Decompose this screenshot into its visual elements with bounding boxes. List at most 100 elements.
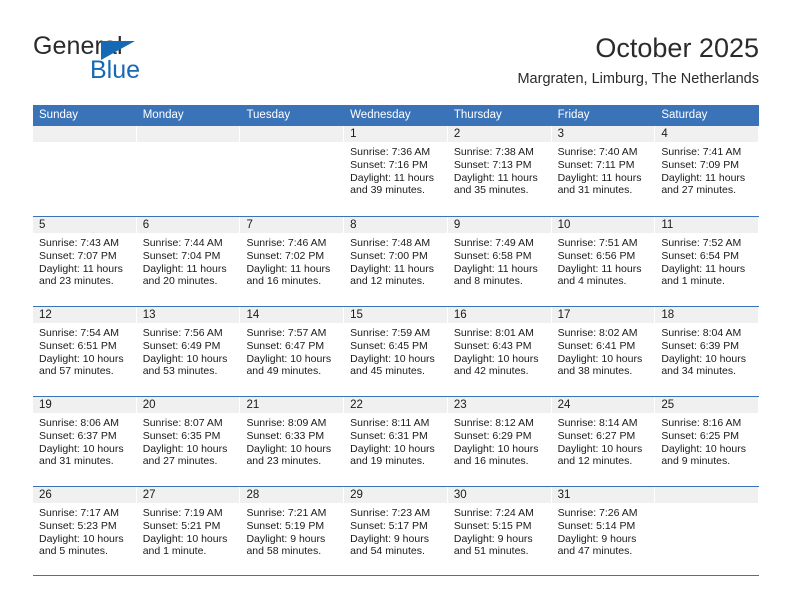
day-cell[interactable]: 3 Sunrise: 7:40 AM Sunset: 7:11 PM Daylight… <box>551 126 656 216</box>
sunrise-text: Sunrise: 7:54 AM <box>39 327 119 339</box>
sunrise-text: Sunrise: 7:48 AM <box>350 237 431 249</box>
daylight-text-line1: Daylight: 11 hours <box>350 262 435 275</box>
sunrise-text: Sunrise: 7:51 AM <box>557 237 638 249</box>
day-cell[interactable]: 14 Sunrise: 7:57 AM Sunset: 6:47 PM Dayligh… <box>240 307 345 396</box>
sunset-text: Sunset: 6:49 PM <box>142 339 221 352</box>
sunrise-text: Sunrise: 7:23 AM <box>350 507 431 519</box>
day-cell[interactable]: 17 Sunrise: 8:02 AM Sunset: 6:41 PM Dayligh… <box>551 307 656 396</box>
sunset-text: Sunset: 7:16 PM <box>350 158 428 171</box>
daylight-text-line1: Daylight: 11 hours <box>453 171 538 184</box>
logo-text-blue: Blue <box>90 56 141 84</box>
day-cell[interactable]: 22 Sunrise: 8:11 AM Sunset: 6:31 PM Dayligh… <box>344 397 448 486</box>
day-details: Sunrise: 7:57 AM Sunset: 6:47 PM Daylight:… <box>240 323 344 378</box>
daylight-text-line1: Daylight: 9 hours <box>246 532 326 545</box>
day-cell[interactable]: 10 Sunrise: 7:51 AM Sunset: 6:56 PM Dayligh… <box>551 217 656 306</box>
sunrise-text: Sunrise: 8:04 AM <box>661 327 742 339</box>
sunrise-text: Sunrise: 7:52 AM <box>661 237 742 249</box>
weekday-tuesday: Tuesday <box>246 109 291 121</box>
daylight-text-line1: Daylight: 10 hours <box>661 442 746 455</box>
day-cell[interactable]: 9 Sunrise: 7:49 AM Sunset: 6:58 PM Daylight… <box>447 217 552 306</box>
daylight-text-line2: and 5 minutes. <box>39 545 108 558</box>
day-cell[interactable]: 8 Sunrise: 7:48 AM Sunset: 7:00 PM Daylight… <box>344 217 448 306</box>
day-details: Sunrise: 7:26 AM Sunset: 5:14 PM Daylight:… <box>552 503 656 558</box>
sunset-text: Sunset: 7:04 PM <box>142 249 221 262</box>
day-cell-empty <box>136 126 241 216</box>
day-cell-empty <box>655 487 760 575</box>
day-cell[interactable]: 31 Sunrise: 7:26 AM Sunset: 5:14 PM Dayligh… <box>551 487 656 575</box>
day-number: 19 <box>33 397 137 413</box>
day-cell[interactable]: 19 Sunrise: 8:06 AM Sunset: 6:37 PM Dayligh… <box>33 397 137 486</box>
day-number: 8 <box>344 217 448 233</box>
sunrise-text: Sunrise: 7:57 AM <box>246 327 327 339</box>
day-cell[interactable]: 13 Sunrise: 7:56 AM Sunset: 6:49 PM Dayligh… <box>136 307 241 396</box>
page-header: General Blue October 2025 Margraten, Lim… <box>33 32 759 94</box>
day-cell[interactable]: 12 Sunrise: 7:54 AM Sunset: 6:51 PM Dayligh… <box>33 307 137 396</box>
day-number: 14 <box>240 307 345 323</box>
sunrise-text: Sunrise: 7:46 AM <box>246 237 327 249</box>
daylight-text-line2: and 9 minutes. <box>661 455 731 468</box>
day-cell[interactable]: 15 Sunrise: 7:59 AM Sunset: 6:45 PM Dayligh… <box>344 307 448 396</box>
day-details: Sunrise: 8:16 AM Sunset: 6:25 PM Daylight:… <box>655 413 759 468</box>
day-number: 7 <box>240 217 345 233</box>
sunset-text: Sunset: 5:23 PM <box>39 519 117 532</box>
daylight-text-line1: Daylight: 10 hours <box>142 532 228 545</box>
calendar-page: General Blue October 2025 Margraten, Lim… <box>0 0 792 612</box>
sunset-text: Sunset: 6:35 PM <box>142 429 221 442</box>
day-number: 18 <box>655 307 760 323</box>
day-details: Sunrise: 8:02 AM Sunset: 6:41 PM Daylight:… <box>552 323 656 378</box>
general-blue-logo[interactable]: General Blue <box>33 32 253 90</box>
sunset-text: Sunset: 6:41 PM <box>557 339 636 352</box>
daylight-text-line2: and 58 minutes. <box>246 545 322 558</box>
day-number: 9 <box>447 217 552 233</box>
day-details: Sunrise: 8:11 AM Sunset: 6:31 PM Daylight:… <box>344 413 448 468</box>
daylight-text-line2: and 49 minutes. <box>246 365 322 378</box>
day-details: Sunrise: 7:46 AM Sunset: 7:02 PM Daylight:… <box>240 233 344 288</box>
sunrise-text: Sunrise: 7:38 AM <box>453 146 534 158</box>
day-cell[interactable]: 1 Sunrise: 7:36 AM Sunset: 7:16 PM Daylight… <box>344 126 448 216</box>
day-number: 27 <box>136 487 241 503</box>
day-number: 31 <box>551 487 656 503</box>
daylight-text-line1: Daylight: 9 hours <box>557 532 637 545</box>
day-details: Sunrise: 8:07 AM Sunset: 6:35 PM Daylight:… <box>137 413 241 468</box>
sunset-text: Sunset: 6:43 PM <box>453 339 532 352</box>
day-cell[interactable]: 27 Sunrise: 7:19 AM Sunset: 5:21 PM Dayligh… <box>136 487 241 575</box>
daylight-text-line2: and 4 minutes. <box>557 275 627 288</box>
sunset-text: Sunset: 7:09 PM <box>661 158 739 171</box>
daylight-text-line2: and 53 minutes. <box>142 365 218 378</box>
daylight-text-line1: Daylight: 10 hours <box>246 352 332 365</box>
day-cell[interactable]: 29 Sunrise: 7:23 AM Sunset: 5:17 PM Dayligh… <box>344 487 448 575</box>
day-details: Sunrise: 7:38 AM Sunset: 7:13 PM Daylight:… <box>448 142 552 197</box>
day-cell[interactable]: 20 Sunrise: 8:07 AM Sunset: 6:35 PM Dayligh… <box>136 397 241 486</box>
day-cell[interactable]: 4 Sunrise: 7:41 AM Sunset: 7:09 PM Daylight… <box>655 126 760 216</box>
day-cell[interactable]: 25 Sunrise: 8:16 AM Sunset: 6:25 PM Dayligh… <box>655 397 760 486</box>
day-cell[interactable]: 7 Sunrise: 7:46 AM Sunset: 7:02 PM Daylight… <box>240 217 345 306</box>
day-details: Sunrise: 7:44 AM Sunset: 7:04 PM Daylight:… <box>137 233 241 288</box>
sunrise-text: Sunrise: 8:09 AM <box>246 417 327 429</box>
daylight-text-line1: Daylight: 11 hours <box>557 262 642 275</box>
day-cell[interactable]: 23 Sunrise: 8:12 AM Sunset: 6:29 PM Dayligh… <box>447 397 552 486</box>
daylight-text-line2: and 19 minutes. <box>350 455 425 468</box>
day-cell[interactable]: 2 Sunrise: 7:38 AM Sunset: 7:13 PM Daylight… <box>447 126 552 216</box>
day-cell[interactable]: 28 Sunrise: 7:21 AM Sunset: 5:19 PM Dayligh… <box>240 487 345 575</box>
day-cell[interactable]: 24 Sunrise: 8:14 AM Sunset: 6:27 PM Dayligh… <box>551 397 656 486</box>
day-cell[interactable]: 21 Sunrise: 8:09 AM Sunset: 6:33 PM Dayligh… <box>240 397 345 486</box>
daylight-text-line2: and 16 minutes. <box>453 455 529 468</box>
sunset-text: Sunset: 5:15 PM <box>453 519 532 532</box>
sunset-text: Sunset: 6:27 PM <box>557 429 636 442</box>
day-cell[interactable]: 26 Sunrise: 7:17 AM Sunset: 5:23 PM Dayligh… <box>33 487 137 575</box>
day-cell-empty <box>240 126 345 216</box>
sunrise-text: Sunrise: 7:44 AM <box>142 237 223 249</box>
daylight-text-line2: and 16 minutes. <box>246 275 322 288</box>
day-cell[interactable]: 6 Sunrise: 7:44 AM Sunset: 7:04 PM Daylight… <box>136 217 241 306</box>
day-number: 6 <box>136 217 241 233</box>
sunset-text: Sunset: 7:11 PM <box>557 158 635 171</box>
day-details: Sunrise: 7:40 AM Sunset: 7:11 PM Daylight:… <box>552 142 656 197</box>
day-cell[interactable]: 30 Sunrise: 7:24 AM Sunset: 5:15 PM Dayligh… <box>447 487 552 575</box>
day-cell[interactable]: 5 Sunrise: 7:43 AM Sunset: 7:07 PM Daylight… <box>33 217 137 306</box>
day-cell[interactable]: 18 Sunrise: 8:04 AM Sunset: 6:39 PM Dayligh… <box>655 307 760 396</box>
sunset-text: Sunset: 7:07 PM <box>39 249 117 262</box>
day-cell[interactable]: 16 Sunrise: 8:01 AM Sunset: 6:43 PM Dayligh… <box>447 307 552 396</box>
day-cell[interactable]: 11 Sunrise: 7:52 AM Sunset: 6:54 PM Dayligh… <box>655 217 760 306</box>
sunset-text: Sunset: 6:33 PM <box>246 429 325 442</box>
day-details: Sunrise: 7:21 AM Sunset: 5:19 PM Daylight:… <box>240 503 344 558</box>
